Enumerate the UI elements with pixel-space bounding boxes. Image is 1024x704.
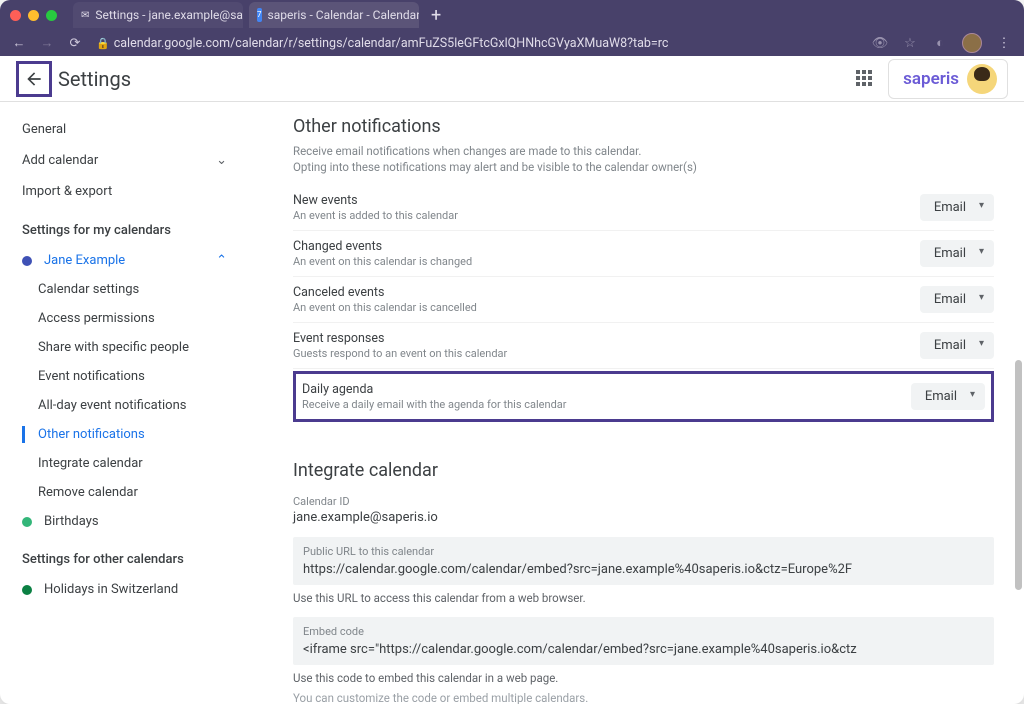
- embed-code-box[interactable]: Embed code <iframe src="https://calendar…: [293, 617, 994, 665]
- reload-icon[interactable]: ⟳: [68, 36, 82, 51]
- sidebar-add-calendar[interactable]: Add calendar ⌄: [0, 145, 245, 176]
- sidebar-calendar-birthdays[interactable]: Birthdays: [0, 507, 245, 536]
- notification-desc: Receive a daily email with the agenda fo…: [302, 398, 566, 411]
- notification-row-new-events: New events An event is added to this cal…: [293, 185, 994, 231]
- sidebar-allday-notifications[interactable]: All-day event notifications: [0, 391, 245, 420]
- lock-icon: 🔒: [96, 37, 110, 50]
- embed-hint: Use this code to embed this calendar in …: [293, 671, 994, 685]
- highlighted-daily-agenda: Daily agenda Receive a daily email with …: [293, 371, 994, 422]
- account-chip[interactable]: saperis: [888, 59, 1008, 99]
- browser-titlebar: ✉ Settings - jane.example@sape × 7 saper…: [0, 0, 1024, 56]
- arrow-left-icon: [24, 69, 44, 89]
- sidebar-calendar-holidays[interactable]: Holidays in Switzerland: [0, 575, 245, 604]
- calendar-id-value: jane.example@saperis.io: [293, 510, 994, 525]
- minimize-window-icon[interactable]: [28, 10, 39, 21]
- sidebar-access-permissions[interactable]: Access permissions: [0, 304, 245, 333]
- address-bar[interactable]: 🔒 calendar.google.com/calendar/r/settings…: [96, 36, 858, 51]
- notification-row-daily-agenda: Daily agenda Receive a daily email with …: [302, 378, 985, 415]
- notification-title: Event responses: [293, 331, 507, 346]
- sidebar-item-label: Add calendar: [22, 153, 98, 168]
- page-title: Settings: [58, 67, 131, 91]
- sidebar-calendar-settings[interactable]: Calendar settings: [0, 275, 245, 304]
- public-url-label: Public URL to this calendar: [303, 545, 984, 558]
- notification-title: Changed events: [293, 239, 472, 254]
- calendar-color-dot: [22, 517, 32, 527]
- scrollbar[interactable]: [1015, 360, 1022, 590]
- sidebar-calendar-jane[interactable]: Jane Example ⌃: [0, 246, 245, 275]
- notification-select[interactable]: Email: [920, 240, 994, 267]
- sidebar: General Add calendar ⌄ Import & export S…: [0, 102, 245, 704]
- sidebar-heading-other-calendars: Settings for other calendars: [0, 536, 245, 575]
- google-apps-icon[interactable]: [856, 70, 874, 88]
- sidebar-item-label: Jane Example: [44, 253, 204, 268]
- forward-icon[interactable]: →: [40, 35, 54, 51]
- sidebar-other-notifications[interactable]: Other notifications: [0, 420, 245, 449]
- browser-tab-settings[interactable]: ✉ Settings - jane.example@sape ×: [73, 2, 243, 28]
- notification-desc: An event is added to this calendar: [293, 209, 458, 222]
- calendar-color-dot: [22, 585, 32, 595]
- tab-label: saperis - Calendar - Calendar: [268, 8, 420, 22]
- chevron-up-icon: ⌃: [216, 253, 227, 268]
- window-controls[interactable]: [10, 10, 57, 21]
- embed-code-value: <iframe src="https://calendar.google.com…: [303, 642, 984, 657]
- section-title-integrate: Integrate calendar: [293, 460, 994, 481]
- eye-icon[interactable]: 👁: [872, 35, 888, 51]
- new-tab-button[interactable]: +: [425, 5, 447, 26]
- calendar-id-label: Calendar ID: [293, 495, 994, 508]
- url-text: calendar.google.com/calendar/r/settings/…: [114, 36, 669, 51]
- embed-hint-2: You can customize the code or embed mult…: [293, 691, 994, 704]
- star-icon[interactable]: ☆: [902, 35, 918, 51]
- notification-select[interactable]: Email: [920, 286, 994, 313]
- gmail-icon: ✉: [81, 8, 89, 22]
- tab-label: Settings - jane.example@sape: [95, 8, 243, 22]
- notification-title: Canceled events: [293, 285, 477, 300]
- sidebar-item-label: Birthdays: [44, 514, 99, 529]
- menu-icon[interactable]: ⋮: [996, 35, 1012, 51]
- browser-tab-calendar[interactable]: 7 saperis - Calendar - Calendar ×: [249, 2, 419, 28]
- sidebar-heading-my-calendars: Settings for my calendars: [0, 207, 245, 246]
- brand-name: saperis: [903, 69, 959, 89]
- notification-desc: Guests respond to an event on this calen…: [293, 347, 507, 360]
- sidebar-integrate-calendar[interactable]: Integrate calendar: [0, 449, 245, 478]
- notification-desc: An event on this calendar is cancelled: [293, 301, 477, 314]
- sidebar-general[interactable]: General: [0, 114, 245, 145]
- sidebar-item-label: Holidays in Switzerland: [44, 582, 178, 597]
- section-title-notifications: Other notifications: [293, 116, 994, 137]
- main-content: Other notifications Receive email notifi…: [245, 102, 1024, 704]
- extension-icon[interactable]: ◐: [932, 35, 948, 51]
- notification-select[interactable]: Email: [911, 383, 985, 410]
- calendar-color-dot: [22, 256, 32, 266]
- public-url-box[interactable]: Public URL to this calendar https://cale…: [293, 537, 994, 585]
- sidebar-remove-calendar[interactable]: Remove calendar: [0, 478, 245, 507]
- close-window-icon[interactable]: [10, 10, 21, 21]
- back-button[interactable]: [16, 61, 52, 97]
- sidebar-event-notifications[interactable]: Event notifications: [0, 362, 245, 391]
- sidebar-import-export[interactable]: Import & export: [0, 176, 245, 207]
- public-url-value: https://calendar.google.com/calendar/emb…: [303, 562, 984, 577]
- notification-title: Daily agenda: [302, 382, 566, 397]
- account-avatar: [967, 64, 997, 94]
- public-url-hint: Use this URL to access this calendar fro…: [293, 591, 994, 605]
- notification-title: New events: [293, 193, 458, 208]
- notification-row-changed-events: Changed events An event on this calendar…: [293, 231, 994, 277]
- notification-select[interactable]: Email: [920, 194, 994, 221]
- calendar-icon: 7: [257, 8, 262, 22]
- maximize-window-icon[interactable]: [46, 10, 57, 21]
- notification-row-canceled-events: Canceled events An event on this calenda…: [293, 277, 994, 323]
- sidebar-share[interactable]: Share with specific people: [0, 333, 245, 362]
- embed-code-label: Embed code: [303, 625, 984, 638]
- chevron-down-icon: ⌄: [216, 153, 227, 168]
- notification-desc: An event on this calendar is changed: [293, 255, 472, 268]
- notification-select[interactable]: Email: [920, 332, 994, 359]
- app-header: Settings saperis: [0, 56, 1024, 102]
- section-subtitle: Receive email notifications when changes…: [293, 143, 994, 175]
- back-icon[interactable]: ←: [12, 35, 26, 51]
- notification-row-event-responses: Event responses Guests respond to an eve…: [293, 323, 994, 369]
- profile-avatar[interactable]: [962, 33, 982, 53]
